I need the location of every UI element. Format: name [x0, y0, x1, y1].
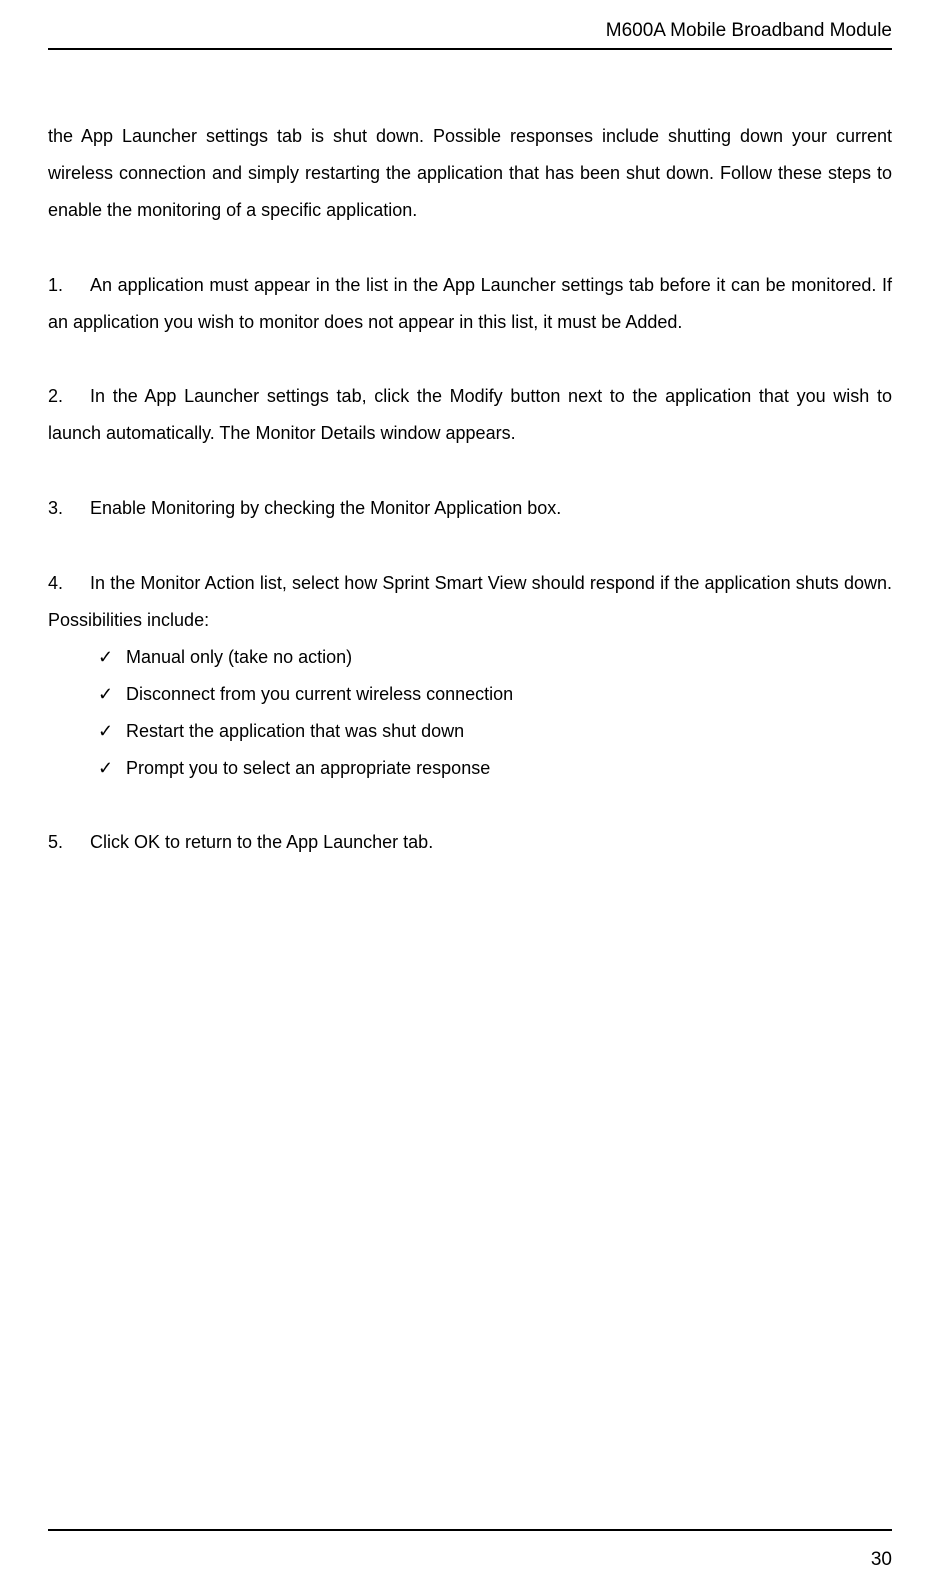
step-3-number: 3. [48, 490, 90, 527]
step-2: 2.In the App Launcher settings tab, clic… [48, 378, 892, 452]
step-1-number: 1. [48, 267, 90, 304]
step-3-text: Enable Monitoring by checking the Monito… [90, 498, 561, 518]
step-3: 3.Enable Monitoring by checking the Moni… [48, 490, 892, 527]
step-5-text: Click OK to return to the App Launcher t… [90, 832, 433, 852]
step-1: 1.An application must appear in the list… [48, 267, 892, 341]
step-5: 5.Click OK to return to the App Launcher… [48, 824, 892, 861]
spacer [48, 786, 892, 824]
intro-text: the App Launcher settings tab is shut do… [48, 126, 892, 220]
page-number: 30 [871, 1549, 892, 1570]
step-4: 4.In the Monitor Action list, select how… [48, 565, 892, 639]
header-title: M600A Mobile Broadband Module [606, 20, 892, 41]
page-footer: 30 [48, 1529, 892, 1571]
possibilities-list: Manual only (take no action) Disconnect … [98, 639, 892, 787]
document-page: M600A Mobile Broadband Module the App La… [0, 0, 940, 1596]
step-4-number: 4. [48, 565, 90, 602]
list-item: Disconnect from you current wireless con… [98, 676, 892, 713]
list-item-text: Restart the application that was shut do… [126, 721, 464, 741]
list-item: Restart the application that was shut do… [98, 713, 892, 750]
list-item-text: Prompt you to select an appropriate resp… [126, 758, 490, 778]
step-2-text: In the App Launcher settings tab, click … [48, 386, 892, 443]
page-header: M600A Mobile Broadband Module [48, 20, 892, 50]
step-1-text: An application must appear in the list i… [48, 275, 892, 332]
step-5-number: 5. [48, 824, 90, 861]
list-item: Manual only (take no action) [98, 639, 892, 676]
step-2-number: 2. [48, 378, 90, 415]
document-body: the App Launcher settings tab is shut do… [48, 118, 892, 861]
step-4-text: In the Monitor Action list, select how S… [48, 573, 892, 630]
list-item-text: Disconnect from you current wireless con… [126, 684, 513, 704]
list-item: Prompt you to select an appropriate resp… [98, 750, 892, 787]
intro-paragraph: the App Launcher settings tab is shut do… [48, 118, 892, 229]
list-item-text: Manual only (take no action) [126, 647, 352, 667]
